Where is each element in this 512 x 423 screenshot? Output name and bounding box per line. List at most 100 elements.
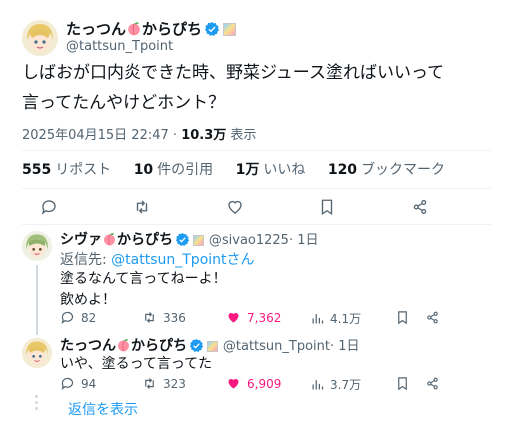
reply1-like-button[interactable]: 7,362 (226, 310, 281, 325)
reply1-avatar[interactable] (22, 231, 52, 261)
meta-separator: · (172, 128, 178, 143)
reply1-name-suffix[interactable]: からぴち (117, 232, 173, 248)
reply2-like-count: 6,909 (247, 376, 282, 391)
reply-icon (41, 200, 56, 215)
retweets-label: リポスト (55, 162, 112, 178)
reply1-time[interactable]: · 1日 (289, 233, 319, 248)
reply2-share-button[interactable] (425, 376, 440, 391)
like-button[interactable] (226, 198, 244, 216)
reply1-handle[interactable]: @sivao1225 (209, 233, 289, 248)
reply2-name[interactable]: たっつん (60, 338, 116, 354)
main-display-name[interactable]: たっつん からぴち (66, 18, 237, 41)
bookmarks-count: 120 (327, 162, 358, 178)
quotes-count: 10 (133, 162, 154, 178)
reply1-like-count: 7,362 (247, 310, 282, 325)
likes-label: いいね (263, 162, 306, 178)
reply2-like-button[interactable]: 6,909 (226, 376, 281, 391)
divider (22, 224, 492, 225)
heart-filled-icon (228, 379, 239, 389)
reply1-bookmark-button[interactable] (395, 310, 410, 325)
main-handle[interactable]: @tattsun_Tpoint (66, 39, 173, 54)
retweet-icon (136, 200, 148, 214)
verified-badge-icon (204, 21, 220, 41)
share-button[interactable] (411, 198, 429, 216)
reply1-name[interactable]: シヴァ (60, 232, 102, 248)
reply-button[interactable] (40, 198, 58, 216)
reply-icon (61, 377, 74, 390)
peach-icon (126, 20, 142, 40)
tweet-meta: 2025年04月15日 22:47 · 10.3万 表示 (22, 124, 256, 143)
timestamp[interactable]: 2025年04月15日 22:47 (22, 128, 169, 143)
show-replies-link[interactable]: 返信を表示 (68, 399, 138, 419)
divider (22, 188, 492, 189)
bookmarks-label: ブックマーク (361, 162, 446, 178)
views-chart-icon (312, 380, 324, 390)
reply2-text: いや、塗るって言ってた (60, 356, 213, 372)
reply1-retweet-button[interactable]: 336 (142, 310, 186, 325)
reply1-text: 塗るなんて言ってねーよ！ 飲めよ！ (60, 269, 227, 311)
reply1-views-count: 4.1万 (330, 312, 362, 326)
main-name-text: たっつん (66, 20, 127, 38)
bookmarks-stat[interactable]: 120 ブックマーク (328, 162, 445, 178)
share-icon (413, 199, 427, 215)
affiliate-badge-icon (223, 23, 237, 36)
likes-stat[interactable]: 1万 いいね (236, 162, 306, 178)
thread-line (36, 265, 38, 335)
avatar-illustration (22, 338, 52, 368)
heart-filled-icon (228, 313, 239, 323)
retweet-icon (145, 312, 154, 323)
reply-to-suffix: さん (226, 252, 255, 268)
reply2-name-suffix[interactable]: からぴち (131, 338, 187, 354)
thread-continuation-dots (35, 395, 38, 410)
likes-count: 1万 (235, 162, 260, 178)
reply1-reply-button[interactable]: 82 (60, 310, 96, 325)
reply2-reply-count: 94 (81, 376, 97, 391)
share-icon (427, 377, 438, 390)
bookmark-icon (398, 311, 407, 325)
retweets-stat[interactable]: 555 リポスト (22, 162, 111, 178)
reply-icon (61, 311, 74, 324)
affiliate-badge-icon (207, 341, 218, 352)
reply-to-label: 返信先: (60, 252, 112, 268)
retweets-count: 555 (22, 162, 52, 178)
reply2-bookmark-button[interactable] (395, 376, 410, 391)
share-icon (427, 311, 438, 324)
avatar-illustration (22, 231, 52, 261)
main-name-suffix: からぴち (142, 20, 203, 38)
main-tweet-text: しばおが口内炎できた時、野菜ジュース塗ればいいって 言ってたんやけどホント？ (22, 58, 492, 118)
retweet-icon (145, 378, 154, 389)
reply1-share-button[interactable] (425, 310, 440, 325)
quotes-label: 件の引用 (157, 162, 214, 178)
main-avatar[interactable] (22, 20, 58, 56)
views-label: 表示 (230, 128, 257, 143)
reply-to-handle-link[interactable]: @tattsun_Tpoint (111, 252, 226, 268)
tweet-text-line: 言ってたんやけどホント？ (22, 93, 226, 113)
reply1-header: シヴァ からぴち @sivao1225· 1日 (60, 229, 319, 251)
reply1-views-button[interactable]: 4.1万 (310, 310, 361, 327)
bookmark-button[interactable] (318, 198, 336, 216)
reply2-retweet-count: 323 (163, 376, 186, 391)
peach-icon (102, 231, 117, 250)
reply2-handle[interactable]: @tattsun_Tpoint (223, 339, 330, 354)
engagement-stats: 555 リポスト 10 件の引用 1万 いいね 120 ブックマーク (22, 159, 463, 179)
reply2-avatar[interactable] (22, 338, 52, 368)
reply2-views-button[interactable]: 3.7万 (310, 376, 361, 393)
bookmark-icon (398, 377, 407, 391)
divider (22, 150, 492, 151)
reply2-reply-button[interactable]: 94 (60, 376, 96, 391)
avatar-illustration (22, 20, 58, 56)
reply2-time[interactable]: · 1日 (330, 339, 360, 354)
reply1-reply-count: 82 (81, 310, 97, 325)
reply2-retweet-button[interactable]: 323 (142, 376, 186, 391)
reply1-replying-to: 返信先: @tattsun_Tpointさん (60, 249, 255, 269)
reply-text-line: 飲めよ！ (60, 292, 116, 308)
heart-icon (228, 200, 242, 214)
retweet-button[interactable] (133, 198, 151, 216)
reply-text-line: 塗るなんて言ってねーよ！ (60, 271, 227, 287)
reply1-retweet-count: 336 (163, 310, 186, 325)
tweet-text-line: しばおが口内炎できた時、野菜ジュース塗ればいいって (22, 63, 445, 83)
quotes-stat[interactable]: 10 件の引用 (134, 162, 213, 178)
bookmark-icon (321, 199, 333, 216)
reply2-views-count: 3.7万 (330, 378, 362, 392)
views-count: 10.3万 (181, 128, 227, 143)
